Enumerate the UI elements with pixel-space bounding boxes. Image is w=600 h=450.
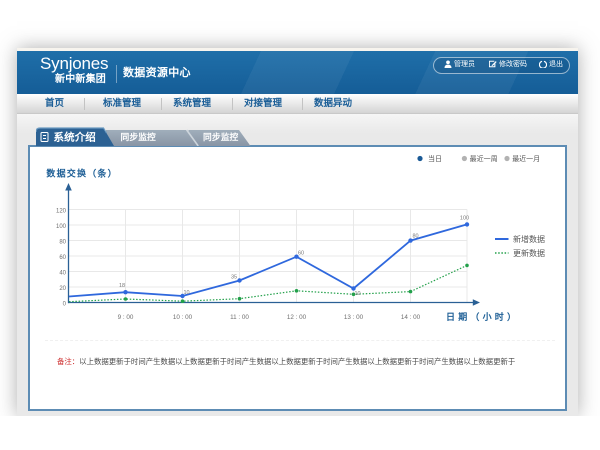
svg-text:120: 120 (56, 209, 67, 215)
svg-text:10: 10 (183, 290, 189, 296)
svg-text:60: 60 (59, 255, 66, 261)
svg-text:10 : 00: 10 : 00 (173, 314, 193, 321)
svg-text:数据交换（条）: 数据交换（条） (46, 168, 117, 179)
svg-text:最近一月: 最近一月 (512, 154, 540, 163)
svg-text:35: 35 (231, 275, 237, 281)
svg-text:14 : 00: 14 : 00 (401, 314, 421, 321)
svg-text:13 : 00: 13 : 00 (344, 314, 364, 321)
svg-text:系统介绍: 系统介绍 (54, 131, 96, 144)
svg-text:当日: 当日 (428, 154, 442, 163)
svg-text:20: 20 (59, 286, 66, 292)
svg-text:同步监控: 同步监控 (203, 131, 239, 142)
svg-text:80: 80 (412, 234, 418, 240)
svg-text:新增数据: 新增数据 (513, 234, 545, 244)
svg-text:40: 40 (59, 271, 66, 277)
svg-text:9 : 00: 9 : 00 (118, 314, 134, 321)
svg-text:60: 60 (298, 251, 304, 257)
svg-text:80: 80 (59, 240, 66, 246)
svg-text:12 : 00: 12 : 00 (287, 314, 307, 321)
svg-text:日期（小时）: 日期（小时） (446, 311, 519, 322)
svg-text:18: 18 (119, 283, 125, 289)
svg-text:100: 100 (56, 224, 67, 230)
svg-text:同步监控: 同步监控 (121, 131, 157, 142)
svg-text:100: 100 (460, 216, 469, 222)
svg-text:10: 10 (354, 291, 360, 297)
svg-text:0: 0 (63, 302, 67, 308)
svg-text:最近一周: 最近一周 (470, 154, 498, 163)
svg-text:更新数据: 更新数据 (513, 248, 545, 258)
svg-text:11 : 00: 11 : 00 (230, 314, 249, 321)
